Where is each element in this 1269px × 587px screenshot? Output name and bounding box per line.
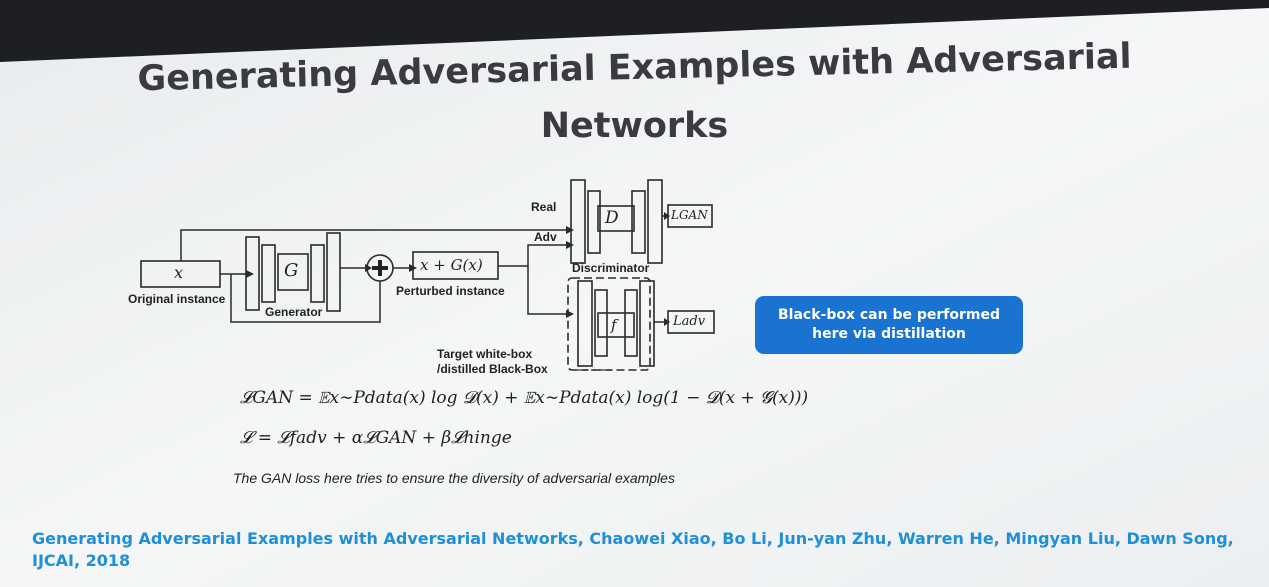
discriminator-layer: [570, 179, 586, 264]
target-label-line1: Target white-box: [437, 347, 533, 361]
real-label: Real: [531, 200, 557, 214]
slide: Generating Adversarial Examples with Adv…: [0, 0, 1269, 587]
callout-line2: here via distillation: [812, 326, 966, 342]
generator-symbol: G: [284, 260, 299, 281]
generator-layer: [261, 244, 276, 303]
generator-label: Generator: [265, 305, 323, 319]
original-instance-label: Original instance: [128, 292, 226, 306]
adv-loss-label: Ladv: [673, 314, 706, 329]
input-symbol: x: [174, 263, 184, 282]
target-layer: [577, 280, 593, 367]
generator-layer: [310, 244, 325, 303]
target-layer: [639, 280, 655, 367]
adv-label: Adv: [534, 230, 557, 244]
perturbed-instance-label: Perturbed instance: [396, 284, 505, 298]
gan-loss-note: The GAN loss here tries to ensure the di…: [233, 470, 675, 486]
discriminator-layer: [647, 179, 663, 264]
total-loss-formula: 𝓛 = 𝓛fadv + α𝓛GAN + β𝓛hinge: [240, 428, 512, 448]
generator-layer: [326, 232, 341, 312]
citation: Generating Adversarial Examples with Adv…: [32, 529, 1234, 570]
discriminator-symbol: D: [605, 208, 619, 228]
plus-icon: [372, 260, 388, 276]
target-label-line2: /distilled Black-Box: [437, 362, 548, 376]
distillation-callout: Black-box can be performed here via dist…: [755, 296, 1023, 354]
perturbed-expression: x + G(x): [420, 256, 483, 274]
discriminator-label: Discriminator: [572, 261, 650, 275]
target-symbol: f: [611, 316, 617, 334]
gan-loss-formula: 𝓛GAN = 𝔼x∼Pdata(x) log 𝓓(x) + 𝔼x∼Pdata(x…: [240, 388, 809, 408]
target-layer: [594, 289, 608, 357]
callout-line1: Black-box can be performed: [778, 307, 1000, 323]
target-layer: [624, 289, 638, 357]
gan-loss-label: LGAN: [671, 208, 708, 222]
